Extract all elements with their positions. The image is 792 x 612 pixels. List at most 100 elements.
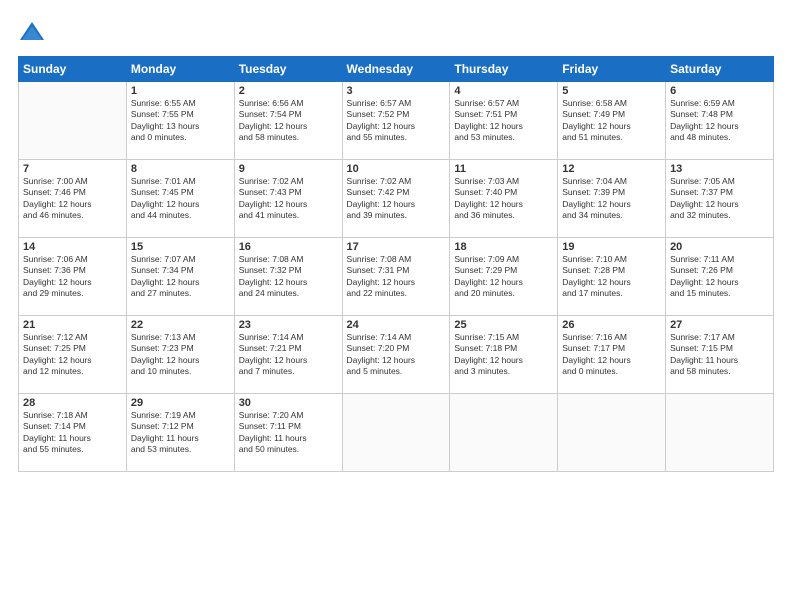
table-row: 14Sunrise: 7:06 AM Sunset: 7:36 PM Dayli… <box>19 238 127 316</box>
table-row: 6Sunrise: 6:59 AM Sunset: 7:48 PM Daylig… <box>666 82 774 160</box>
day-info: Sunrise: 7:01 AM Sunset: 7:45 PM Dayligh… <box>131 176 230 222</box>
day-info: Sunrise: 7:02 AM Sunset: 7:43 PM Dayligh… <box>239 176 338 222</box>
day-number: 25 <box>454 319 553 331</box>
col-friday: Friday <box>558 57 666 82</box>
col-thursday: Thursday <box>450 57 558 82</box>
table-row: 11Sunrise: 7:03 AM Sunset: 7:40 PM Dayli… <box>450 160 558 238</box>
table-row: 7Sunrise: 7:00 AM Sunset: 7:46 PM Daylig… <box>19 160 127 238</box>
table-row: 25Sunrise: 7:15 AM Sunset: 7:18 PM Dayli… <box>450 316 558 394</box>
day-info: Sunrise: 7:20 AM Sunset: 7:11 PM Dayligh… <box>239 410 338 456</box>
table-row: 28Sunrise: 7:18 AM Sunset: 7:14 PM Dayli… <box>19 394 127 472</box>
day-number: 7 <box>23 163 122 175</box>
day-info: Sunrise: 7:00 AM Sunset: 7:46 PM Dayligh… <box>23 176 122 222</box>
table-row: 27Sunrise: 7:17 AM Sunset: 7:15 PM Dayli… <box>666 316 774 394</box>
table-row: 17Sunrise: 7:08 AM Sunset: 7:31 PM Dayli… <box>342 238 450 316</box>
day-info: Sunrise: 7:15 AM Sunset: 7:18 PM Dayligh… <box>454 332 553 378</box>
day-info: Sunrise: 7:02 AM Sunset: 7:42 PM Dayligh… <box>347 176 446 222</box>
calendar-week-row: 14Sunrise: 7:06 AM Sunset: 7:36 PM Dayli… <box>19 238 774 316</box>
day-info: Sunrise: 7:07 AM Sunset: 7:34 PM Dayligh… <box>131 254 230 300</box>
day-info: Sunrise: 6:57 AM Sunset: 7:52 PM Dayligh… <box>347 98 446 144</box>
col-monday: Monday <box>126 57 234 82</box>
col-saturday: Saturday <box>666 57 774 82</box>
table-row: 24Sunrise: 7:14 AM Sunset: 7:20 PM Dayli… <box>342 316 450 394</box>
day-info: Sunrise: 6:58 AM Sunset: 7:49 PM Dayligh… <box>562 98 661 144</box>
page: Sunday Monday Tuesday Wednesday Thursday… <box>0 0 792 612</box>
day-number: 16 <box>239 241 338 253</box>
table-row: 15Sunrise: 7:07 AM Sunset: 7:34 PM Dayli… <box>126 238 234 316</box>
day-number: 22 <box>131 319 230 331</box>
table-row: 8Sunrise: 7:01 AM Sunset: 7:45 PM Daylig… <box>126 160 234 238</box>
col-sunday: Sunday <box>19 57 127 82</box>
day-number: 21 <box>23 319 122 331</box>
day-number: 26 <box>562 319 661 331</box>
table-row: 21Sunrise: 7:12 AM Sunset: 7:25 PM Dayli… <box>19 316 127 394</box>
table-row <box>666 394 774 472</box>
day-number: 4 <box>454 85 553 97</box>
day-info: Sunrise: 7:05 AM Sunset: 7:37 PM Dayligh… <box>670 176 769 222</box>
day-info: Sunrise: 7:17 AM Sunset: 7:15 PM Dayligh… <box>670 332 769 378</box>
day-info: Sunrise: 7:12 AM Sunset: 7:25 PM Dayligh… <box>23 332 122 378</box>
day-info: Sunrise: 6:57 AM Sunset: 7:51 PM Dayligh… <box>454 98 553 144</box>
table-row: 18Sunrise: 7:09 AM Sunset: 7:29 PM Dayli… <box>450 238 558 316</box>
table-row: 1Sunrise: 6:55 AM Sunset: 7:55 PM Daylig… <box>126 82 234 160</box>
day-number: 24 <box>347 319 446 331</box>
table-row: 4Sunrise: 6:57 AM Sunset: 7:51 PM Daylig… <box>450 82 558 160</box>
day-info: Sunrise: 7:19 AM Sunset: 7:12 PM Dayligh… <box>131 410 230 456</box>
day-info: Sunrise: 7:08 AM Sunset: 7:31 PM Dayligh… <box>347 254 446 300</box>
table-row: 20Sunrise: 7:11 AM Sunset: 7:26 PM Dayli… <box>666 238 774 316</box>
col-tuesday: Tuesday <box>234 57 342 82</box>
calendar-header-row: Sunday Monday Tuesday Wednesday Thursday… <box>19 57 774 82</box>
day-info: Sunrise: 7:10 AM Sunset: 7:28 PM Dayligh… <box>562 254 661 300</box>
header <box>18 18 774 46</box>
day-info: Sunrise: 7:11 AM Sunset: 7:26 PM Dayligh… <box>670 254 769 300</box>
table-row: 10Sunrise: 7:02 AM Sunset: 7:42 PM Dayli… <box>342 160 450 238</box>
day-info: Sunrise: 6:59 AM Sunset: 7:48 PM Dayligh… <box>670 98 769 144</box>
day-info: Sunrise: 7:09 AM Sunset: 7:29 PM Dayligh… <box>454 254 553 300</box>
day-number: 30 <box>239 397 338 409</box>
day-number: 3 <box>347 85 446 97</box>
table-row: 19Sunrise: 7:10 AM Sunset: 7:28 PM Dayli… <box>558 238 666 316</box>
table-row: 22Sunrise: 7:13 AM Sunset: 7:23 PM Dayli… <box>126 316 234 394</box>
day-info: Sunrise: 7:14 AM Sunset: 7:20 PM Dayligh… <box>347 332 446 378</box>
table-row <box>342 394 450 472</box>
day-number: 17 <box>347 241 446 253</box>
calendar-week-row: 28Sunrise: 7:18 AM Sunset: 7:14 PM Dayli… <box>19 394 774 472</box>
day-info: Sunrise: 7:16 AM Sunset: 7:17 PM Dayligh… <box>562 332 661 378</box>
day-number: 9 <box>239 163 338 175</box>
table-row: 13Sunrise: 7:05 AM Sunset: 7:37 PM Dayli… <box>666 160 774 238</box>
day-number: 29 <box>131 397 230 409</box>
day-info: Sunrise: 7:13 AM Sunset: 7:23 PM Dayligh… <box>131 332 230 378</box>
table-row: 30Sunrise: 7:20 AM Sunset: 7:11 PM Dayli… <box>234 394 342 472</box>
day-number: 13 <box>670 163 769 175</box>
day-number: 8 <box>131 163 230 175</box>
day-number: 19 <box>562 241 661 253</box>
day-info: Sunrise: 7:04 AM Sunset: 7:39 PM Dayligh… <box>562 176 661 222</box>
calendar-table: Sunday Monday Tuesday Wednesday Thursday… <box>18 56 774 472</box>
day-info: Sunrise: 7:06 AM Sunset: 7:36 PM Dayligh… <box>23 254 122 300</box>
day-number: 10 <box>347 163 446 175</box>
day-number: 6 <box>670 85 769 97</box>
table-row <box>19 82 127 160</box>
table-row: 29Sunrise: 7:19 AM Sunset: 7:12 PM Dayli… <box>126 394 234 472</box>
table-row: 23Sunrise: 7:14 AM Sunset: 7:21 PM Dayli… <box>234 316 342 394</box>
day-number: 11 <box>454 163 553 175</box>
day-info: Sunrise: 7:18 AM Sunset: 7:14 PM Dayligh… <box>23 410 122 456</box>
day-number: 28 <box>23 397 122 409</box>
day-number: 1 <box>131 85 230 97</box>
table-row: 16Sunrise: 7:08 AM Sunset: 7:32 PM Dayli… <box>234 238 342 316</box>
calendar-week-row: 7Sunrise: 7:00 AM Sunset: 7:46 PM Daylig… <box>19 160 774 238</box>
table-row: 12Sunrise: 7:04 AM Sunset: 7:39 PM Dayli… <box>558 160 666 238</box>
day-number: 20 <box>670 241 769 253</box>
day-info: Sunrise: 7:14 AM Sunset: 7:21 PM Dayligh… <box>239 332 338 378</box>
table-row: 5Sunrise: 6:58 AM Sunset: 7:49 PM Daylig… <box>558 82 666 160</box>
day-info: Sunrise: 6:55 AM Sunset: 7:55 PM Dayligh… <box>131 98 230 144</box>
day-number: 27 <box>670 319 769 331</box>
day-number: 23 <box>239 319 338 331</box>
table-row <box>558 394 666 472</box>
day-number: 12 <box>562 163 661 175</box>
day-number: 14 <box>23 241 122 253</box>
logo <box>18 18 50 46</box>
day-info: Sunrise: 6:56 AM Sunset: 7:54 PM Dayligh… <box>239 98 338 144</box>
calendar-week-row: 21Sunrise: 7:12 AM Sunset: 7:25 PM Dayli… <box>19 316 774 394</box>
table-row: 9Sunrise: 7:02 AM Sunset: 7:43 PM Daylig… <box>234 160 342 238</box>
